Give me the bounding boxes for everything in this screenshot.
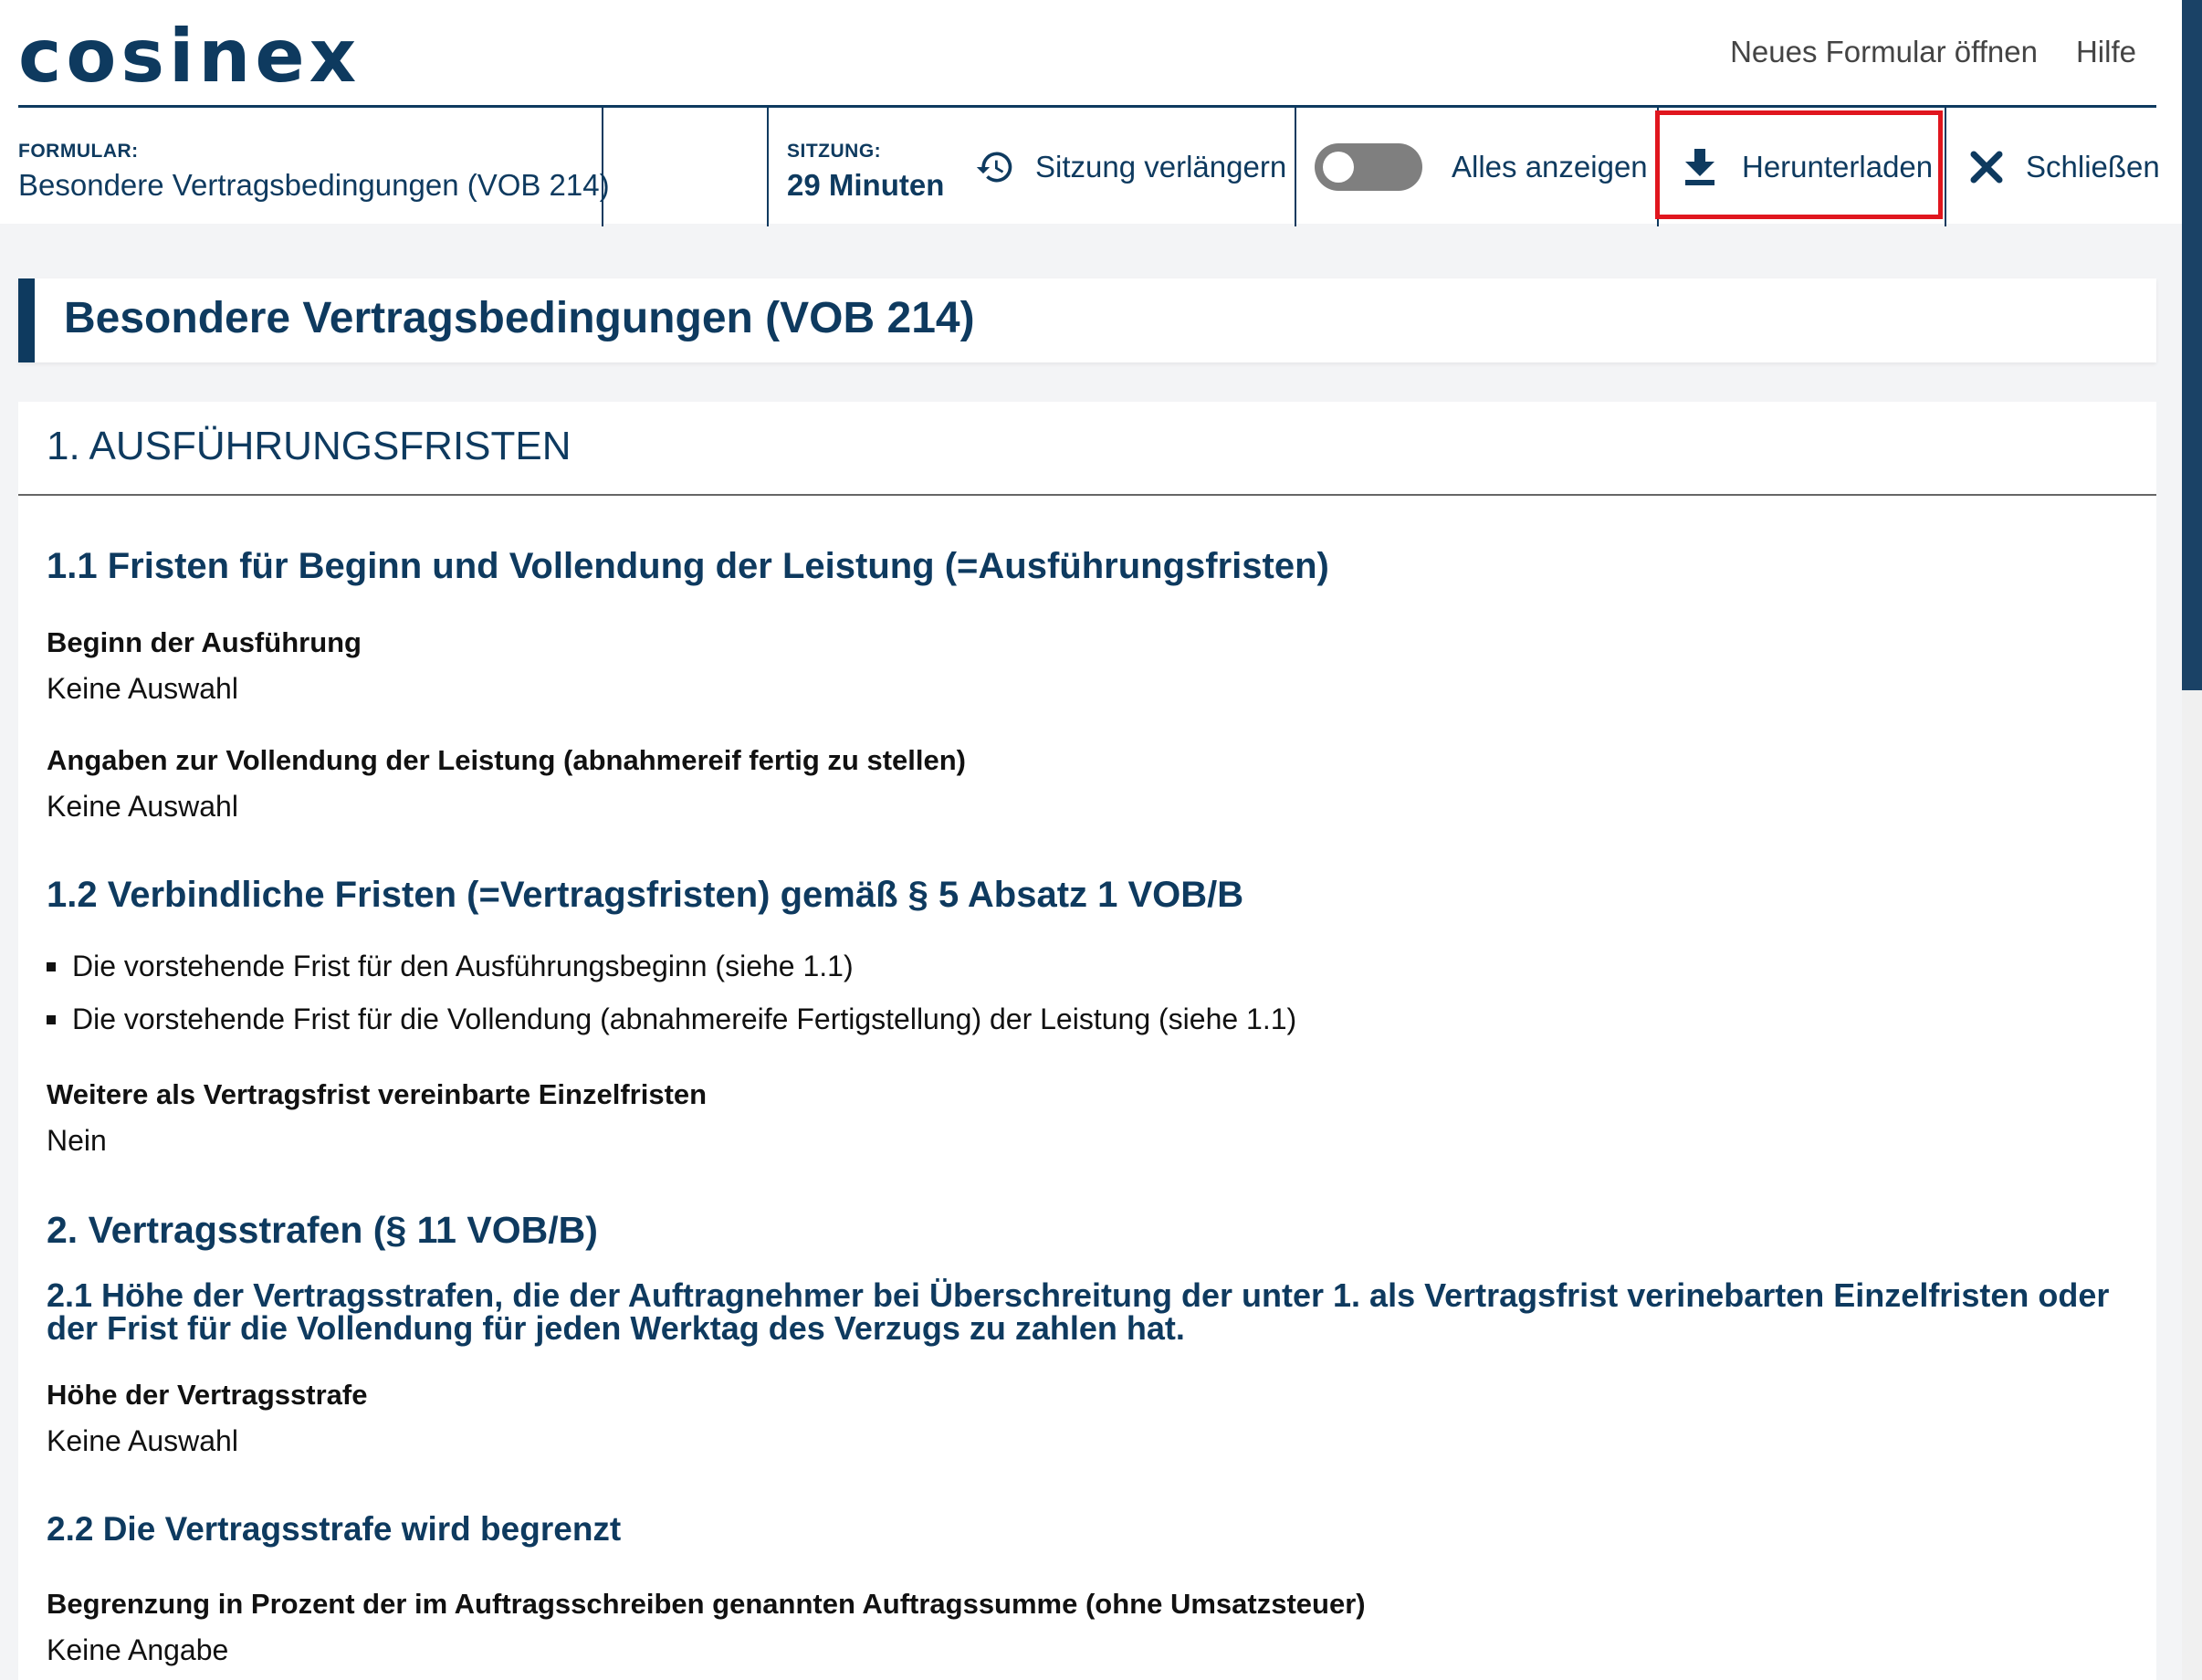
toolbar-divider [602, 108, 603, 226]
scrollbar-thumb[interactable] [2182, 0, 2202, 690]
show-all-label: Alles anzeigen [1452, 150, 1648, 184]
field-value-further-deadlines: Nein [47, 1124, 107, 1157]
field-label-penalty-limit: Begrenzung in Prozent der im Auftragssch… [47, 1588, 1366, 1620]
section-1-header[interactable]: 1. AUSFÜHRUNGSFRISTEN [18, 402, 2156, 496]
field-value-penalty-amount: Keine Auswahl [47, 1424, 238, 1457]
form-content: 1. AUSFÜHRUNGSFRISTEN 1.1 Fristen für Be… [18, 402, 2156, 1680]
bullet-marker [47, 1014, 56, 1024]
field-label-completion: Angaben zur Vollendung der Leistung (abn… [47, 744, 967, 776]
section-2-1-heading: 2.1 Höhe der Vertragsstrafen, die der Au… [47, 1276, 2110, 1347]
page-title: Besondere Vertragsbedingungen (VOB 214) [64, 294, 975, 342]
session-label: SITZUNG: [787, 141, 882, 162]
field-label-begin: Beginn der Ausführung [47, 626, 362, 658]
extend-session-button[interactable]: Sitzung verlängern [975, 108, 1286, 226]
section-1-2-heading: 1.2 Verbindliche Fristen (=Vertragsfrist… [47, 875, 1244, 915]
session-remaining: 29 Minuten [787, 168, 945, 202]
download-highlight-frame [1655, 110, 1943, 219]
show-all-toggle-control[interactable]: Alles anzeigen [1315, 108, 1648, 226]
help-link[interactable]: Hilfe [2076, 35, 2136, 69]
section-1-title: 1. AUSFÜHRUNGSFRISTEN [47, 424, 571, 468]
field-label-penalty-amount: Höhe der Vertragsstrafe [47, 1379, 368, 1411]
bullet-marker [47, 961, 56, 971]
toolbar-divider [767, 108, 769, 226]
form-info: FORMULAR: Besondere Vertragsbedingungen … [18, 108, 610, 226]
field-value-penalty-limit: Keine Angabe [47, 1633, 229, 1666]
new-form-link[interactable]: Neues Formular öffnen [1730, 35, 2038, 69]
toolbar-divider [1945, 108, 1946, 226]
show-all-toggle[interactable] [1315, 143, 1422, 191]
close-icon [1970, 151, 2003, 184]
list-item-text: Die vorstehende Frist für die Vollendung… [72, 1003, 1297, 1035]
section-2-heading: 2. Vertragsstrafen (§ 11 VOB/B) [47, 1209, 598, 1251]
extend-session-label: Sitzung verlängern [1035, 150, 1287, 184]
toolbar-divider [1295, 108, 1296, 226]
form-toolbar: FORMULAR: Besondere Vertragsbedingungen … [18, 105, 2160, 226]
form-name: Besondere Vertragsbedingungen (VOB 214) [18, 168, 610, 202]
top-links: Neues Formular öffnen Hilfe [1730, 35, 2136, 69]
close-button[interactable]: Schließen [1967, 108, 2160, 226]
section-2-2-heading: 2.2 Die Vertragsstrafe wird begrenzt [47, 1510, 622, 1548]
field-label-further-deadlines: Weitere als Vertragsfrist vereinbarte Ei… [47, 1078, 708, 1110]
close-label: Schließen [2026, 150, 2160, 184]
cosinex-logo[interactable]: cosinex [18, 20, 361, 93]
field-value-begin: Keine Auswahl [47, 672, 238, 705]
list-item: Die vorstehende Frist für den Ausführung… [47, 950, 854, 983]
field-value-completion: Keine Auswahl [47, 790, 238, 823]
list-item-text: Die vorstehende Frist für den Ausführung… [72, 950, 854, 982]
list-item: Die vorstehende Frist für die Vollendung… [47, 1003, 1296, 1036]
history-icon [976, 152, 1012, 183]
toggle-knob [1323, 152, 1354, 183]
form-label: FORMULAR: [18, 141, 139, 162]
section-1-1-heading: 1.1 Fristen für Beginn und Vollendung de… [47, 546, 1329, 586]
title-accent-bar [18, 278, 35, 362]
page-title-card: Besondere Vertragsbedingungen (VOB 214) [18, 278, 2156, 362]
session-info: SITZUNG: 29 Minuten [787, 108, 944, 226]
app-header: cosinex Neues Formular öffnen Hilfe FORM… [0, 0, 2182, 226]
